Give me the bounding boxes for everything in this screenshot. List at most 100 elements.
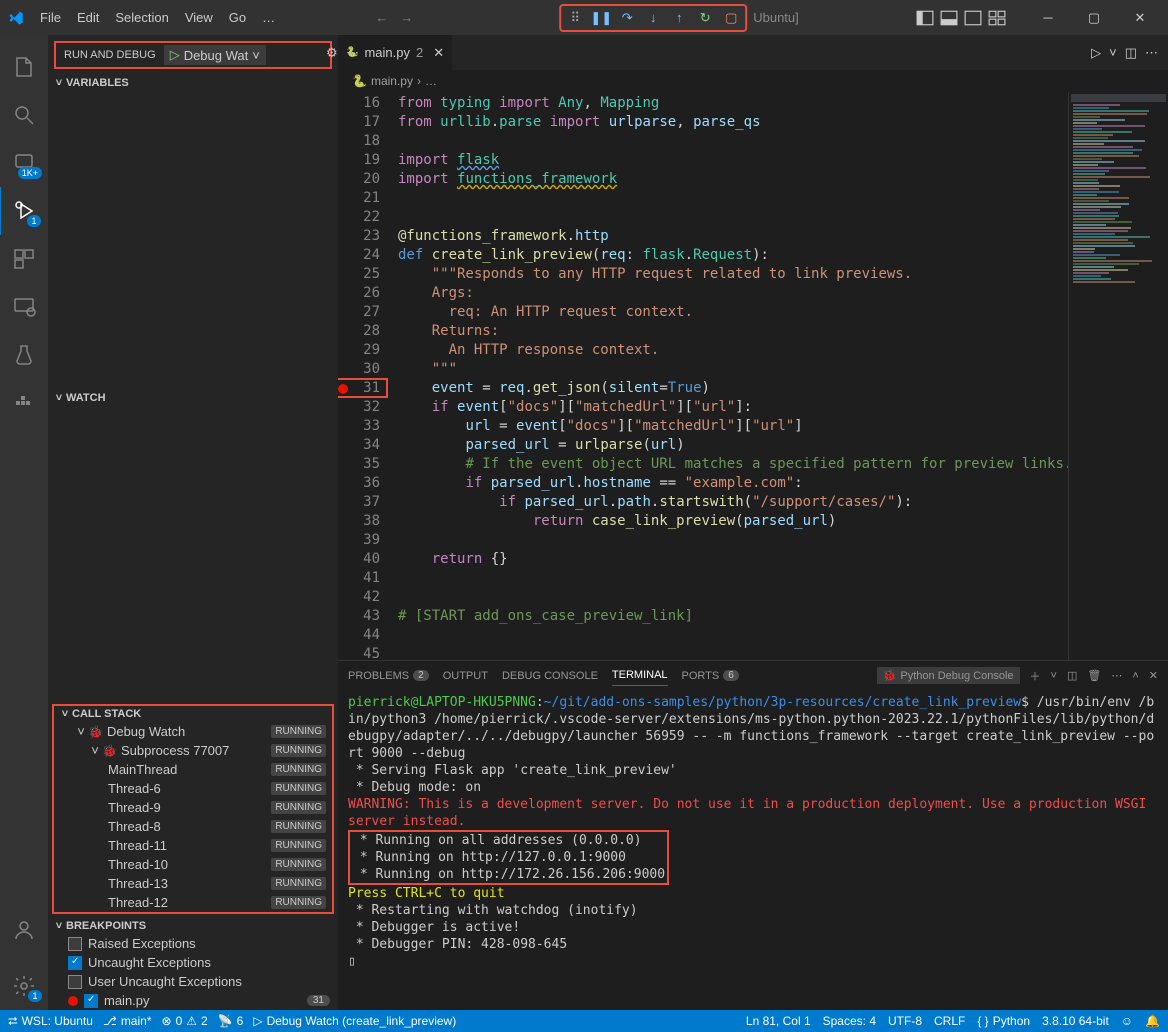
layout-bottom-icon[interactable] — [940, 9, 958, 27]
status-lang[interactable]: { }Python — [977, 1014, 1030, 1028]
status-remote[interactable]: ⮂WSL: Ubuntu — [8, 1014, 93, 1029]
layout-right-icon[interactable] — [964, 9, 982, 27]
thread-row[interactable]: Thread-13RUNNING — [54, 874, 332, 893]
step-over-icon[interactable]: ↷ — [617, 8, 637, 28]
step-out-icon[interactable]: ↑ — [669, 8, 689, 28]
status-spaces[interactable]: Spaces: 4 — [823, 1014, 876, 1028]
dropdown-icon[interactable]: ˅ — [1109, 45, 1117, 61]
stop-icon[interactable]: ▢ — [721, 8, 741, 28]
checkbox[interactable] — [68, 956, 82, 970]
run-icon[interactable]: ▷ — [1091, 45, 1101, 61]
bp-user-uncaught[interactable]: User Uncaught Exceptions — [48, 972, 338, 991]
activity-settings[interactable]: 1 — [0, 962, 48, 1010]
window-close[interactable]: ✕ — [1120, 4, 1160, 32]
editor-area: 🐍 main.py 2 ✕ ▷ ˅ ◫ ⋯ 🐍 main.py › … 1617… — [338, 35, 1168, 1010]
config-name: Debug Wat — [184, 48, 249, 63]
breakpoint-dot-icon — [68, 996, 78, 1006]
nav-back-icon[interactable]: ← — [369, 6, 394, 29]
tab-problems[interactable]: PROBLEMS2 — [348, 666, 429, 686]
thread-row[interactable]: Thread-8RUNNING — [54, 817, 332, 836]
activity-testing[interactable] — [0, 331, 48, 379]
tab-debug-console[interactable]: DEBUG CONSOLE — [502, 666, 598, 686]
kill-terminal-icon[interactable]: 🗑 — [1087, 669, 1101, 682]
maximize-panel-icon[interactable]: ˄ — [1132, 670, 1138, 682]
activity-search[interactable] — [0, 91, 48, 139]
config-gear-icon[interactable]: ⚙ — [326, 45, 338, 61]
terminal-content[interactable]: pierrick@LAPTOP-HKU5PNNG:~/git/add-ons-s… — [338, 690, 1168, 1010]
status-bell[interactable]: 🔔 — [1145, 1014, 1160, 1028]
split-terminal-icon[interactable]: ◫ — [1067, 669, 1077, 682]
checkbox[interactable] — [84, 994, 98, 1008]
bp-file[interactable]: main.py31 — [48, 991, 338, 1010]
menu-selection[interactable]: Selection — [107, 6, 176, 29]
status-debug[interactable]: ▷Debug Watch (create_link_preview) — [253, 1014, 456, 1028]
menu-go[interactable]: Go — [221, 6, 254, 29]
drag-handle-icon[interactable]: ⠿ — [565, 8, 585, 28]
status-eol[interactable]: CRLF — [934, 1014, 965, 1028]
checkbox[interactable] — [68, 937, 82, 951]
split-editor-icon[interactable]: ◫ — [1125, 45, 1137, 61]
breadcrumb[interactable]: 🐍 main.py › … — [338, 70, 1168, 92]
code-content[interactable]: from typing import Any, Mappingfrom urll… — [398, 92, 1068, 660]
breakpoints-section[interactable]: ˅BREAKPOINTS — [48, 918, 338, 934]
subprocess-row[interactable]: ˅ 🐞 Subprocess 77007 RUNNING — [54, 741, 332, 760]
more-icon[interactable]: ⋯ — [1111, 669, 1122, 682]
chevron-down-icon: ˅ — [88, 743, 102, 758]
new-terminal-icon[interactable]: ＋ — [1030, 668, 1041, 684]
terminal-selector[interactable]: 🐞Python Debug Console — [877, 667, 1020, 684]
status-problems[interactable]: ⊗0 ⚠2 — [162, 1014, 208, 1028]
layout-custom-icon[interactable] — [988, 9, 1006, 27]
window-minimize[interactable]: ─ — [1028, 4, 1068, 32]
close-icon[interactable]: ✕ — [433, 45, 444, 61]
menu-view[interactable]: View — [177, 6, 221, 29]
tab-output[interactable]: OUTPUT — [443, 666, 488, 686]
settings-badge: 1 — [28, 990, 42, 1002]
bp-raised[interactable]: Raised Exceptions — [48, 934, 338, 953]
code-editor[interactable]: 1617181920212223242526272829303132333435… — [338, 92, 1168, 660]
callstack-section[interactable]: ˅CALL STACK — [54, 706, 332, 722]
bp-uncaught[interactable]: Uncaught Exceptions — [48, 953, 338, 972]
thread-row[interactable]: Thread-6RUNNING — [54, 779, 332, 798]
title-text: Ubuntu] — [753, 10, 799, 25]
status-pyver[interactable]: 3.8.10 64-bit — [1042, 1014, 1109, 1028]
window-maximize[interactable]: ▢ — [1074, 4, 1114, 32]
thread-row[interactable]: Thread-12RUNNING — [54, 893, 332, 912]
dropdown-icon[interactable]: ˅ — [1051, 670, 1057, 682]
activity-extensions[interactable] — [0, 235, 48, 283]
menu-file[interactable]: File — [32, 6, 69, 29]
menu-edit[interactable]: Edit — [69, 6, 107, 29]
more-icon[interactable]: ⋯ — [1145, 45, 1158, 61]
activity-bar: 1K+ 1 1 — [0, 35, 48, 1010]
vscode-logo-icon — [8, 10, 24, 26]
layout-left-icon[interactable] — [916, 9, 934, 27]
checkbox[interactable] — [68, 975, 82, 989]
nav-fwd-icon[interactable]: → — [394, 6, 419, 29]
activity-debug[interactable]: 1 — [0, 187, 47, 235]
close-panel-icon[interactable]: ✕ — [1149, 669, 1158, 682]
variables-section[interactable]: ˅VARIABLES — [48, 75, 338, 91]
activity-explorer[interactable] — [0, 43, 48, 91]
activity-remote[interactable]: 1K+ — [0, 139, 48, 187]
thread-row[interactable]: Thread-11RUNNING — [54, 836, 332, 855]
session-root[interactable]: ˅ 🐞 Debug Watch RUNNING — [54, 722, 332, 741]
tab-ports[interactable]: PORTS6 — [682, 666, 739, 686]
activity-docker[interactable] — [0, 379, 48, 427]
thread-row[interactable]: Thread-9RUNNING — [54, 798, 332, 817]
watch-section[interactable]: ˅WATCH — [48, 390, 338, 406]
launch-config-select[interactable]: ▷ Debug Wat ˅ — [164, 45, 266, 65]
status-branch[interactable]: ⎇main* — [103, 1014, 152, 1028]
minimap[interactable] — [1068, 92, 1168, 660]
pause-icon[interactable]: ❚❚ — [591, 8, 611, 28]
menu-more[interactable]: … — [254, 6, 283, 29]
status-position[interactable]: Ln 81, Col 1 — [746, 1014, 811, 1028]
status-feedback[interactable]: ☺ — [1121, 1014, 1133, 1028]
step-into-icon[interactable]: ↓ — [643, 8, 663, 28]
restart-icon[interactable]: ↻ — [695, 8, 715, 28]
thread-row[interactable]: MainThreadRUNNING — [54, 760, 332, 779]
activity-account[interactable] — [0, 906, 48, 954]
status-encoding[interactable]: UTF-8 — [888, 1014, 922, 1028]
activity-remote-explorer[interactable] — [0, 283, 48, 331]
thread-row[interactable]: Thread-10RUNNING — [54, 855, 332, 874]
status-ports[interactable]: 📡6 — [218, 1014, 244, 1028]
tab-terminal[interactable]: TERMINAL — [612, 665, 668, 686]
